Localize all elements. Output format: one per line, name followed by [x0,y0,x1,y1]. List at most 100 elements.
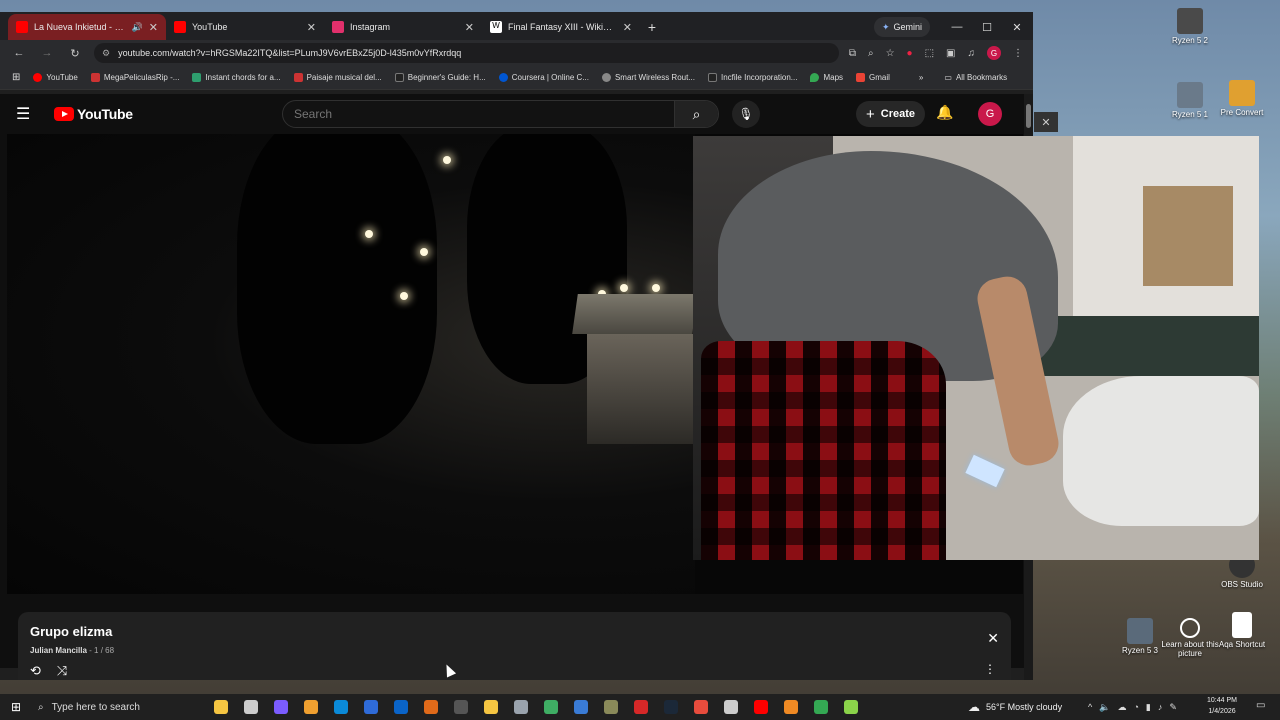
weather-widget[interactable]: ☁ 56°F Mostly cloudy [968,694,1062,720]
speaker-icon[interactable]: 🔊 [132,22,143,33]
media-control-icon[interactable]: ♫ [968,48,976,59]
reload-icon[interactable]: ↻ [66,47,84,60]
speaker-tray-icon[interactable]: ♪ [1158,702,1163,712]
close-tab-icon[interactable]: ✕ [465,21,474,34]
pen-icon[interactable]: ✎ [1169,702,1177,713]
apps-grid-icon[interactable]: ⊞ [12,72,20,83]
gemini-button[interactable]: ✦ Gemini [874,17,931,37]
extension-icon[interactable]: ● [907,48,913,59]
desktop-icon-ryzen-5-2[interactable]: Ryzen 5 2 [1158,8,1222,45]
taskbar-app-outlook[interactable] [386,694,416,720]
close-playlist-icon[interactable]: ✕ [987,630,999,647]
extensions-puzzle-icon[interactable]: ⬚ [925,48,934,59]
close-tab-icon[interactable]: ✕ [307,21,316,34]
all-bookmarks-folder[interactable]: ▭ All Bookmarks [944,73,1007,82]
bookmark-star-icon[interactable]: ☆ [886,48,895,59]
taskbar-app-firefox[interactable] [416,694,446,720]
usb-icon[interactable]: ▮ [1146,702,1151,713]
network-icon[interactable]: ◔ [1133,702,1138,712]
tab-instagram[interactable]: Instagram ✕ [324,14,482,40]
account-avatar[interactable]: G [978,102,1002,126]
desktop-icon-aqa-shortcut[interactable]: Aqa Shortcut [1210,612,1274,649]
close-tab-icon[interactable]: ✕ [623,21,632,34]
youtube-logo[interactable]: YouTube [54,106,133,122]
clock[interactable]: 10:44 PM 1/4/2026 [1200,695,1244,717]
taskbar-app-youtube[interactable] [746,694,776,720]
create-button[interactable]: + Create [856,101,926,127]
taskbar-app-app3[interactable] [506,694,536,720]
bookmark-coursera[interactable]: Coursera | Online C... [498,73,589,82]
bookmark-smart-wireless[interactable]: Smart Wireless Rout... [601,73,695,82]
minimize-button[interactable]: — [942,16,972,38]
youtube-icon [33,73,43,82]
close-window-button[interactable]: ✕ [1002,16,1032,38]
search-button[interactable]: ⌕ [674,101,718,127]
taskbar-app-media[interactable] [296,694,326,720]
address-bar[interactable]: ⚙ youtube.com/watch?v=hRGSMa22ITQ&list=P… [94,43,839,63]
more-bookmarks-chevron-icon[interactable]: » [919,73,923,82]
shuffle-icon[interactable]: ⤨ [57,663,67,679]
back-arrow-icon[interactable]: ← [10,47,28,59]
taskbar-app-chrome[interactable] [686,694,716,720]
taskbar-app-edge[interactable] [326,694,356,720]
hamburger-menu-icon[interactable]: ☰ [16,104,36,124]
desktop-icon-pre-convert[interactable]: Pre Convert [1210,80,1274,117]
bookmark-youtube[interactable]: YouTube [33,73,78,82]
taskbar-app-app6[interactable] [626,694,656,720]
voice-search-button[interactable]: 🎙 [732,100,760,128]
bookmark-megapeliculas[interactable]: MegaPeliculasRip -... [90,73,179,82]
search-input[interactable] [283,107,674,121]
install-icon[interactable]: ⧉ [849,48,856,59]
bookmark-incfile[interactable]: Incfile Incorporation... [707,73,797,82]
taskbar-app-vlc[interactable] [776,694,806,720]
taskbar-app-cortana[interactable] [266,694,296,720]
bookmark-instant-chords[interactable]: Instant chords for a... [192,73,281,82]
tray-chevron-icon[interactable]: ^ [1088,702,1092,712]
taskbar-app-app[interactable] [356,694,386,720]
taskbar-app-app4[interactable] [536,694,566,720]
taskbar-app-steam[interactable] [656,694,686,720]
taskbar-app-app5[interactable] [596,694,626,720]
bookmark-maps[interactable]: Maps [810,73,843,82]
taskbar-search[interactable]: ⌕ Type here to search [32,694,172,720]
loop-icon[interactable]: ⟲ [30,663,41,679]
taskbar-app-app8[interactable] [836,694,866,720]
menu-dots-icon[interactable]: ⋮ [1013,48,1023,59]
onedrive-icon[interactable]: ☁ [1117,702,1126,713]
bookmark-beginners-guide[interactable]: Beginner's Guide: H... [394,73,486,82]
tab-youtube[interactable]: YouTube ✕ [166,14,324,40]
scrollbar-thumb[interactable] [1026,104,1031,128]
close-tab-icon[interactable]: ✕ [149,21,158,34]
pre-convert-icon [1229,80,1255,106]
taskbar-app-task-view[interactable] [236,694,266,720]
zoom-icon[interactable]: ⌕ [868,48,874,59]
notification-icon[interactable]: ▭ [1256,700,1265,711]
new-tab-button[interactable]: + [640,14,664,40]
profile-avatar[interactable]: G [987,46,1001,60]
site-info-icon[interactable]: ⚙ [102,48,110,59]
system-tray: ^ 🔈 ☁ ◔ ▮ ♪ ✎ [1088,694,1177,720]
taskbar-app-chrome2[interactable] [806,694,836,720]
maximize-button[interactable]: ☐ [972,16,1002,38]
playlist-more-icon[interactable]: ⋮ [984,662,996,676]
taskbar-app-app7[interactable] [716,694,746,720]
sidepanel-icon[interactable]: ▣ [946,48,955,59]
bookmark-paisaje-musical[interactable]: Paisaje musical del... [293,73,382,82]
notifications-bell-icon[interactable]: 🔔 [936,104,953,121]
tab-final-fantasy[interactable]: W Final Fantasy XIII - Wikipedia ✕ [482,14,640,40]
bookmark-gmail[interactable]: Gmail [856,73,890,82]
playlist-title[interactable]: Grupo elizma [30,624,112,639]
taskbar-app-calculator[interactable] [566,694,596,720]
obs-close-icon[interactable]: ✕ [1034,112,1058,132]
toolbar-actions: ⧉ ⌕ ☆ ● ⬚ ▣ ♫ G ⋮ [849,46,1023,60]
windows-start-icon[interactable]: ⊞ [0,700,32,714]
forward-arrow-icon[interactable]: → [38,47,56,59]
taskbar-app-app2[interactable] [446,694,476,720]
desk [1033,316,1259,376]
volume-icon[interactable]: 🔈 [1099,702,1110,713]
playlist-owner[interactable]: Julian Mancilla [30,646,87,655]
taskbar-app-file-explorer[interactable] [476,694,506,720]
file-explorer-icon [484,700,498,714]
tab-la-nueva-inkietud[interactable]: La Nueva Inkietud - Ramon 🔊 ✕ [8,14,166,40]
taskbar-app-copilot[interactable] [206,694,236,720]
